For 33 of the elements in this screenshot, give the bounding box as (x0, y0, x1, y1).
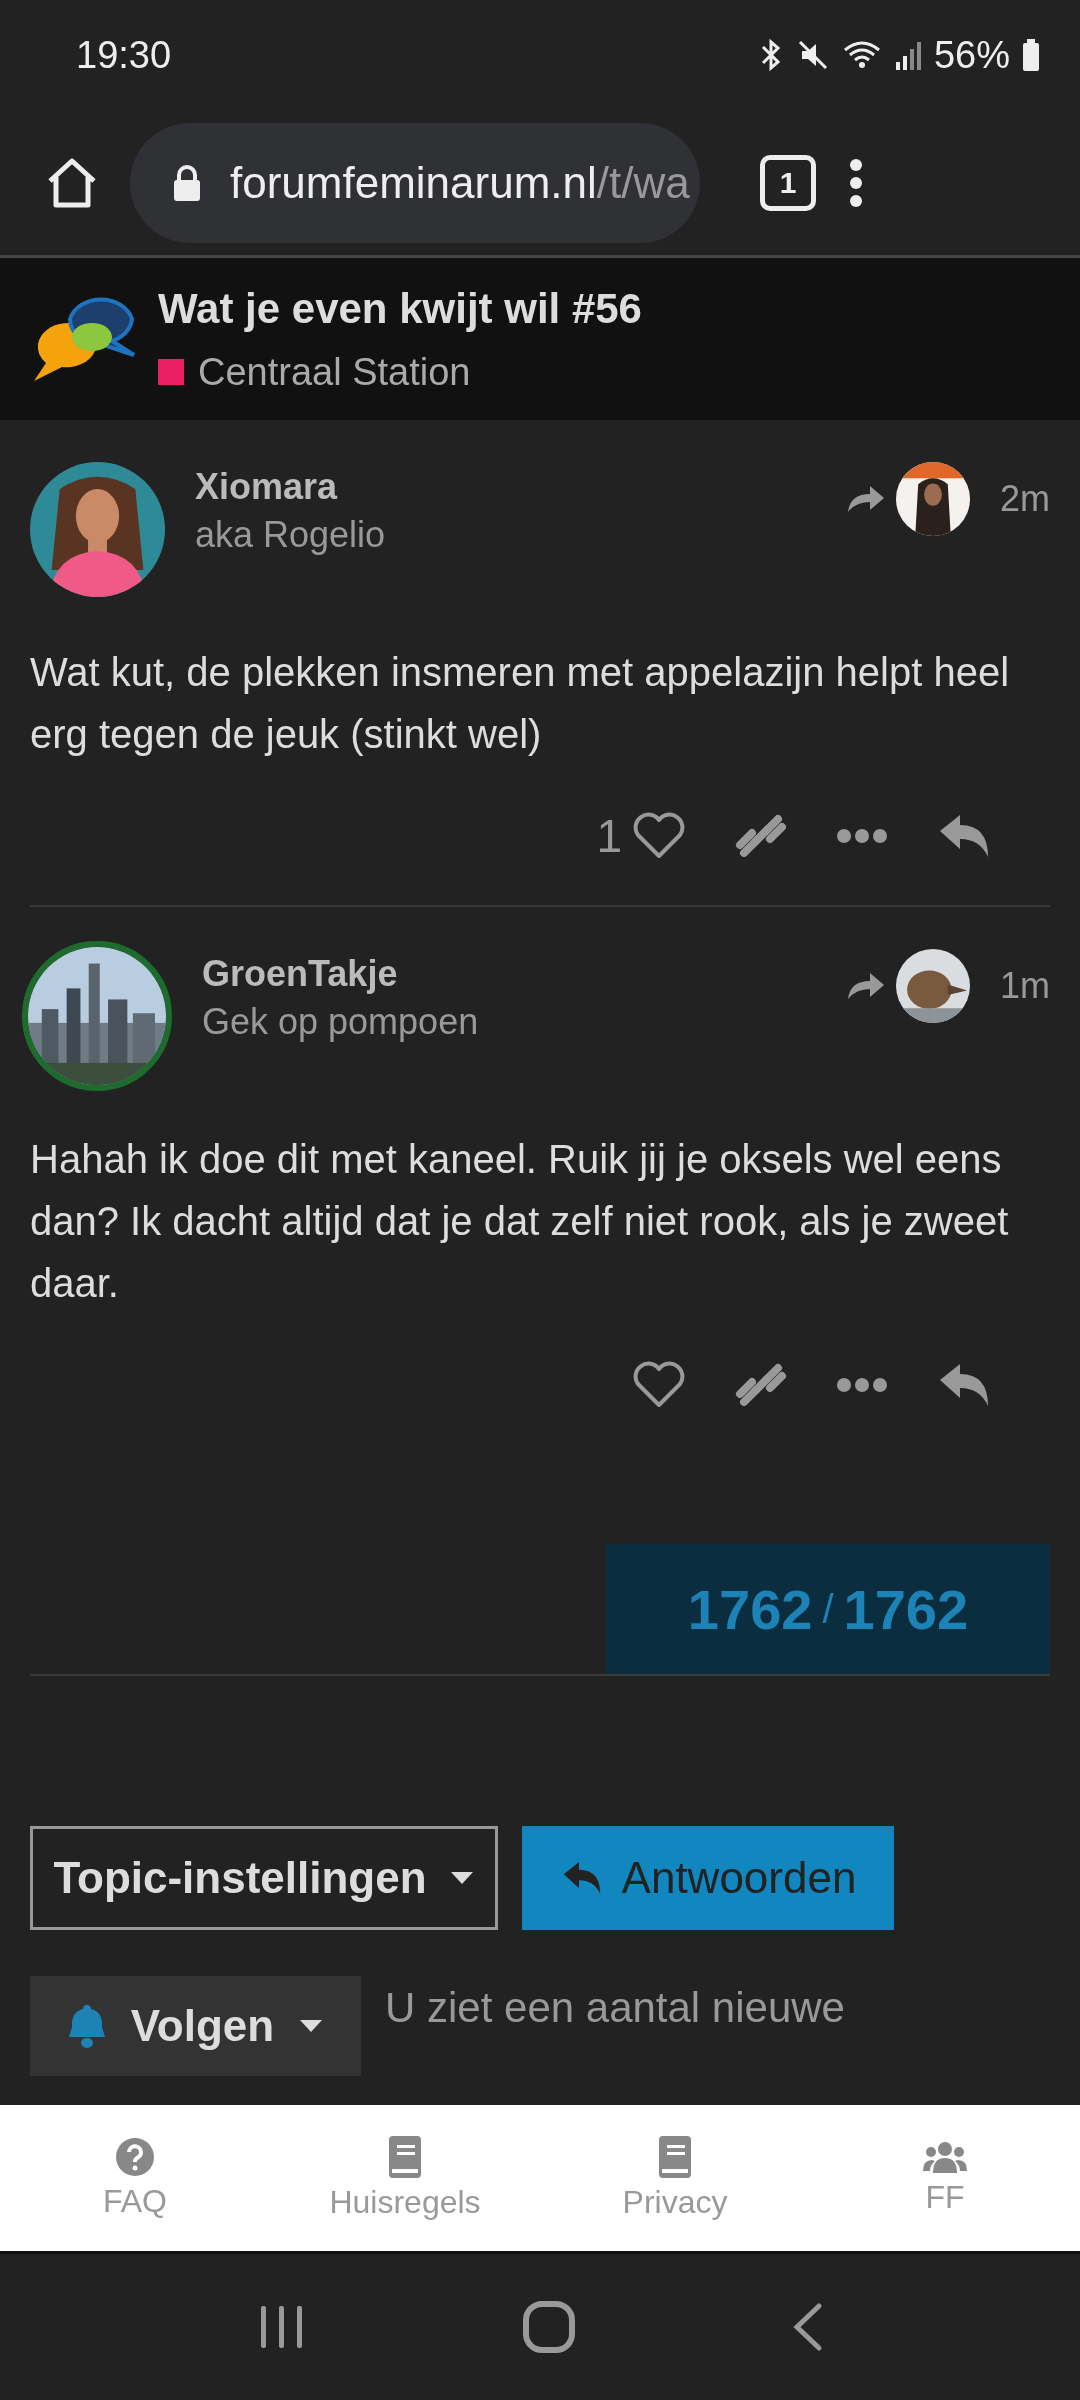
notification-text: U ziet een aantal nieuwe (385, 1983, 845, 2032)
battery-icon (1022, 39, 1040, 71)
like-count: 1 (596, 809, 622, 863)
like-icon[interactable] (632, 1361, 686, 1409)
more-icon[interactable] (836, 1376, 888, 1394)
book-icon (387, 2135, 423, 2178)
more-icon[interactable] (836, 827, 888, 845)
category-link[interactable]: Centraal Station (198, 350, 471, 394)
tab-count-button[interactable]: 1 (760, 154, 816, 211)
book-icon (657, 2135, 693, 2178)
username[interactable]: GroenTakje (202, 953, 479, 995)
like-icon[interactable] (632, 812, 686, 860)
address-bar[interactable]: forumfeminarum.nl/t/wa (130, 122, 700, 243)
post-time: 2m (1000, 478, 1050, 520)
battery-percentage: 56% (933, 33, 1010, 77)
bell-icon (66, 2003, 107, 2049)
notification-button[interactable]: Volgen (30, 1976, 361, 2076)
post-time: 1m (1000, 965, 1050, 1007)
users-icon (923, 2140, 967, 2173)
topic-title[interactable]: Wat je even kwijt wil #56 (158, 284, 642, 333)
post-text: Hahah ik doe dit met kaneel. Ruik jij je oksels wel eens dan? Ik dacht altijd dat je dat zelf niet rook, als je zweet daar. (30, 1136, 1010, 1307)
caret-icon (298, 2018, 325, 2034)
post-text: Wat kut, de plekken insmeren met appelazijn helpt heel erg tegen de jeuk (stinkt wel) (30, 649, 1011, 758)
caret-icon (448, 1870, 475, 1886)
user-title: aka Rogelio (195, 514, 386, 556)
url-text: forumfeminarum.nl/t/wa (230, 157, 690, 208)
user-title: Gek op pompoen (202, 1001, 479, 1043)
help-icon (115, 2136, 155, 2177)
username[interactable]: Xiomara (195, 466, 386, 508)
status-time: 19:30 (76, 33, 172, 77)
reply-button[interactable]: Antwoorden (522, 1826, 894, 1930)
home-icon[interactable] (522, 2300, 576, 2354)
topic-settings-button[interactable]: Topic-instellingen (30, 1826, 498, 1930)
